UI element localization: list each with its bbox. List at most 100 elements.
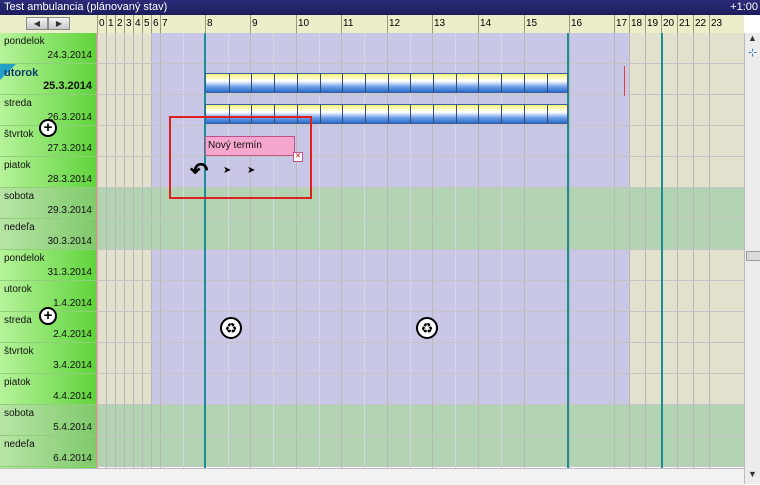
bar-segment-divider [319, 105, 321, 123]
half-hour-gridline [319, 33, 320, 468]
day-band[interactable] [97, 405, 744, 436]
horizontal-scrollbar[interactable] [0, 468, 744, 485]
day-name: piatok [4, 160, 31, 171]
bar-segment-divider [546, 105, 548, 123]
day-gridline [97, 63, 744, 64]
zoom-label[interactable]: +1:00 [730, 0, 758, 15]
marker-line-15 [567, 33, 569, 468]
day-name: sobota [4, 191, 35, 202]
bar-segment-divider [523, 105, 525, 123]
half-hour-gridline [364, 33, 365, 468]
bar-segment-divider [342, 74, 344, 92]
header-tick [432, 15, 433, 33]
hour-label: 18 [631, 18, 643, 29]
header-tick [250, 15, 251, 33]
day-date: 1.4.2014 [53, 298, 92, 309]
marker-line-7 [204, 33, 206, 468]
header-tick [142, 15, 143, 33]
day-row[interactable]: piatok 28.3.2014 [0, 157, 97, 188]
working-hours-band[interactable] [151, 250, 629, 281]
recycle-icon[interactable]: ♻ [416, 317, 438, 339]
bar-segment-divider [319, 74, 321, 92]
hour-gridline [693, 33, 694, 468]
day-row[interactable]: piatok 4.4.2014 [0, 374, 97, 405]
hour-gridline [250, 33, 251, 468]
hour-gridline [524, 33, 525, 468]
bar-segment-divider [501, 105, 503, 123]
day-name: utorok [4, 67, 39, 79]
day-row[interactable]: pondelok 24.3.2014 [0, 33, 97, 64]
header-tick [629, 15, 630, 33]
header-tick [124, 15, 125, 33]
day-band[interactable] [97, 219, 744, 250]
appointment-bar-utorok[interactable] [205, 73, 568, 93]
working-hours-band[interactable] [151, 374, 629, 405]
next-week-button[interactable]: ▶ [48, 17, 70, 30]
vertical-scrollbar[interactable]: ▲ ⊹ ▼ [744, 33, 760, 484]
recycle-icon[interactable]: ♻ [220, 317, 242, 339]
header-tick [709, 15, 710, 33]
bar-segment-divider [364, 74, 366, 92]
half-hour-gridline [410, 33, 411, 468]
hour-label: 7 [162, 18, 168, 29]
day-name: streda [4, 315, 32, 326]
day-name: sobota [4, 408, 35, 419]
day-date: 28.3.2014 [47, 174, 93, 185]
bar-segment-divider [546, 74, 548, 92]
splitter-icon[interactable]: ⊹ [748, 46, 757, 59]
day-date: 30.3.2014 [47, 236, 93, 247]
half-hour-gridline [228, 33, 229, 468]
bar-segment-divider [228, 74, 230, 92]
hour-label: 10 [298, 18, 310, 29]
day-row[interactable]: utorok 25.3.2014 [0, 64, 97, 95]
hour-gridline [569, 33, 570, 468]
hour-gridline [151, 33, 152, 468]
day-row[interactable]: štvrtok 3.4.2014 [0, 343, 97, 374]
prev-week-button[interactable]: ◀ [26, 17, 48, 30]
day-column: pondelok 24.3.2014 utorok 25.3.2014 streda 26… [0, 33, 97, 468]
day-gridline [97, 311, 744, 312]
day-date: 31.3.2014 [47, 267, 93, 278]
hour-gridline [341, 33, 342, 468]
bar-segment-divider [387, 74, 389, 92]
hour-label: 21 [679, 18, 691, 29]
header-tick [693, 15, 694, 33]
scroll-thumb[interactable] [746, 251, 760, 261]
add-icon[interactable]: + [39, 119, 57, 137]
day-band[interactable] [97, 436, 744, 467]
working-hours-band[interactable] [151, 33, 629, 64]
add-icon[interactable]: + [39, 307, 57, 325]
header-tick [133, 15, 134, 33]
scroll-up-icon[interactable]: ▲ [748, 33, 757, 43]
day-row[interactable]: sobota 29.3.2014 [0, 188, 97, 219]
bar-segment-divider [523, 74, 525, 92]
scroll-down-icon[interactable]: ▼ [748, 469, 757, 479]
bar-segment-divider [433, 74, 434, 92]
half-hour-gridline [455, 33, 456, 468]
working-hours-band[interactable] [151, 343, 629, 374]
hour-label: 16 [571, 18, 583, 29]
bar-segment-divider [455, 105, 457, 123]
day-date: 3.4.2014 [53, 360, 92, 371]
hour-label: 9 [252, 18, 258, 29]
header-tick [478, 15, 479, 33]
day-row[interactable]: pondelok 31.3.2014 [0, 250, 97, 281]
day-name: nedeľa [4, 222, 35, 233]
time-indicator [624, 66, 625, 96]
day-name: pondelok [4, 36, 45, 47]
day-name: streda [4, 98, 32, 109]
hour-gridline [124, 33, 125, 468]
header-tick [296, 15, 297, 33]
header-tick [205, 15, 206, 33]
day-row[interactable]: nedeľa 30.3.2014 [0, 219, 97, 250]
selection-rectangle [169, 116, 312, 199]
hour-label: 13 [434, 18, 446, 29]
day-row[interactable]: sobota 5.4.2014 [0, 405, 97, 436]
working-hours-band[interactable] [151, 281, 629, 312]
hour-gridline [629, 33, 630, 468]
bar-segment-divider [296, 74, 298, 92]
hour-label: 3 [126, 18, 132, 29]
day-row[interactable]: nedeľa 6.4.2014 [0, 436, 97, 467]
bar-segment-divider [274, 74, 276, 92]
schedule-grid[interactable] [97, 33, 744, 468]
